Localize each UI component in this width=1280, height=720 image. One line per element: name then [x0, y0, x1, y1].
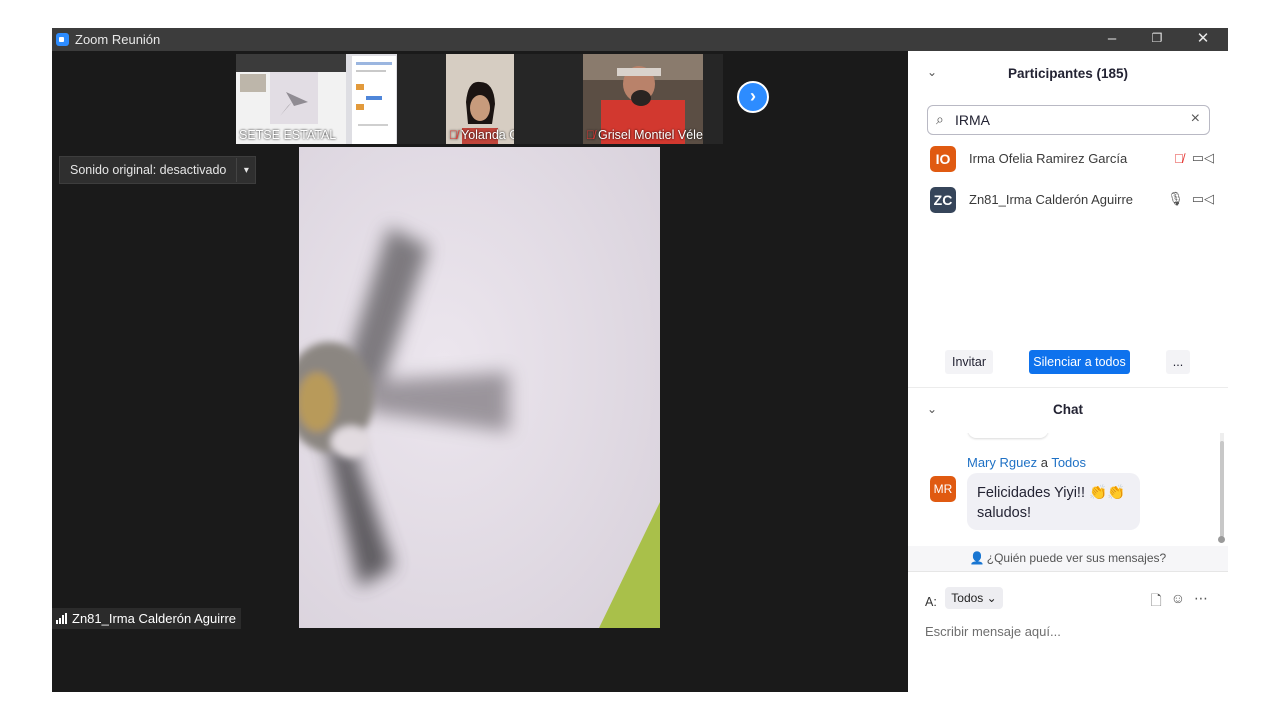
composer-tools: 🗋 ☺ ⋯	[1150, 590, 1208, 614]
window-title: Zoom Reunión	[75, 32, 161, 47]
emoji-icon[interactable]: ☺	[1171, 590, 1185, 614]
message-visibility-info[interactable]: 👤 ¿Quién puede ver sus mensajes?	[908, 546, 1228, 571]
thumbnail-name: 🎙̸ Grisel Montiel Vélez	[586, 128, 703, 142]
scroll-handle[interactable]	[1218, 536, 1225, 543]
video-camera-icon[interactable]: ▭◁	[1192, 191, 1214, 207]
message-input[interactable]: Escribir mensaje aquí...	[925, 624, 1061, 639]
message-text: saludos!	[977, 505, 1032, 521]
thumbnail-strip: SETSE ESTATAL 🎙̸Yolanda Gonzalez R	[236, 54, 723, 144]
participant-name: Zn81_Irma Calderón Aguirre	[969, 192, 1134, 207]
original-sound-label: Sonido original: desactivado	[60, 158, 238, 182]
participants-title: Participantes (185)	[1007, 66, 1129, 81]
recipient-label: A:	[925, 595, 937, 609]
chat-messages: Mary Rguez a Todos MR Felicidades Yiyi!!…	[908, 433, 1228, 546]
avatar: IO	[930, 146, 956, 172]
video-camera-icon[interactable]: ▭◁	[1192, 150, 1214, 166]
ceiling-fan-video	[299, 147, 660, 628]
mic-muted-icon[interactable]: 🎙̸	[1174, 151, 1184, 166]
dropdown-arrow-icon[interactable]: ▾	[237, 165, 255, 176]
video-thumbnail[interactable]: 🎙̸Yolanda Gonzalez R	[446, 54, 514, 144]
participant-row[interactable]: IO Irma Ofelia Ramirez García 🎙̸ ▭◁	[908, 139, 1228, 179]
thumbnail-name: 🎙̸Yolanda Gonzalez R	[449, 128, 514, 142]
minimize-button[interactable]: –	[1089, 28, 1135, 51]
participant-search-input[interactable]: ⌕ IRMA ×	[927, 105, 1210, 135]
next-page-button[interactable]: ›	[737, 81, 769, 113]
search-icon: ⌕	[936, 111, 944, 127]
title-bar: Zoom Reunión – ❐ ✕	[52, 28, 1228, 51]
close-button[interactable]: ✕	[1180, 28, 1226, 51]
avatar: MR	[930, 476, 956, 502]
file-icon[interactable]: 🗋	[1150, 590, 1161, 614]
original-sound-toggle[interactable]: Sonido original: desactivado ▾	[59, 156, 257, 184]
speaker-name: Zn81_Irma Calderón Aguirre	[72, 611, 237, 626]
mic-muted-icon: 🎙̸	[449, 128, 458, 142]
sender-name[interactable]: Mary Rguez	[967, 455, 1037, 470]
user-privacy-icon: 👤	[969, 551, 985, 565]
video-stage: SETSE ESTATAL 🎙̸Yolanda Gonzalez R	[52, 51, 908, 692]
clapping-hands-emoji: 👏👏	[1089, 485, 1126, 501]
previous-message-bubble	[968, 433, 1048, 438]
message-bubble: Felicidades Yiyi!! 👏👏 saludos!	[967, 473, 1140, 530]
video-thumbnail[interactable]: 🎙̸ Grisel Montiel Vélez	[583, 54, 703, 144]
participant-controls: 🎙̸ ▭◁	[1174, 150, 1214, 166]
chat-scrollbar[interactable]	[1220, 433, 1224, 537]
message-text: Felicidades Yiyi!!	[977, 485, 1085, 501]
recipient-select[interactable]: Todos ⌄	[945, 587, 1003, 609]
more-options-button[interactable]: ...	[1166, 350, 1190, 374]
microphone-icon[interactable]: 🎙	[1167, 191, 1184, 207]
message-sender-line: Mary Rguez a Todos	[967, 455, 1087, 470]
chat-composer: A: Todos ⌄ 🗋 ☺ ⋯ Escribir mensaje aquí..…	[908, 571, 1228, 693]
invite-button[interactable]: Invitar	[945, 350, 993, 374]
avatar: ZC	[930, 187, 956, 213]
participant-controls: 🎙 ▭◁	[1167, 191, 1214, 207]
search-query: IRMA	[955, 112, 990, 128]
zoom-app-icon	[56, 33, 69, 46]
signal-strength-icon	[56, 613, 67, 624]
recipient-name: Todos	[1051, 455, 1087, 470]
mic-muted-icon: 🎙̸	[586, 128, 595, 142]
more-icon[interactable]: ⋯	[1194, 590, 1208, 614]
participants-header: ⌄ Participantes (185)	[908, 51, 1228, 96]
active-speaker-video	[299, 147, 660, 628]
side-panel: ⌄ Participantes (185) ⌕ IRMA × IO Irma O…	[908, 51, 1228, 692]
participant-row[interactable]: ZC Zn81_Irma Calderón Aguirre 🎙 ▭◁	[908, 180, 1228, 220]
chat-title: Chat	[1053, 402, 1083, 417]
chat-header: ⌄ Chat	[908, 388, 1228, 433]
restore-button[interactable]: ❐	[1134, 28, 1180, 51]
active-speaker-label: Zn81_Irma Calderón Aguirre	[52, 608, 242, 629]
participant-name: Irma Ofelia Ramirez García	[969, 151, 1128, 166]
thumbnail-name: SETSE ESTATAL	[239, 128, 337, 142]
clear-search-icon[interactable]: ×	[1191, 110, 1200, 128]
mute-all-button[interactable]: Silenciar a todos	[1029, 350, 1130, 374]
video-thumbnail[interactable]: SETSE ESTATAL	[236, 54, 397, 144]
zoom-window: Zoom Reunión – ❐ ✕ SETSE ESTATAL 🎙̸ Yola…	[52, 28, 1228, 692]
